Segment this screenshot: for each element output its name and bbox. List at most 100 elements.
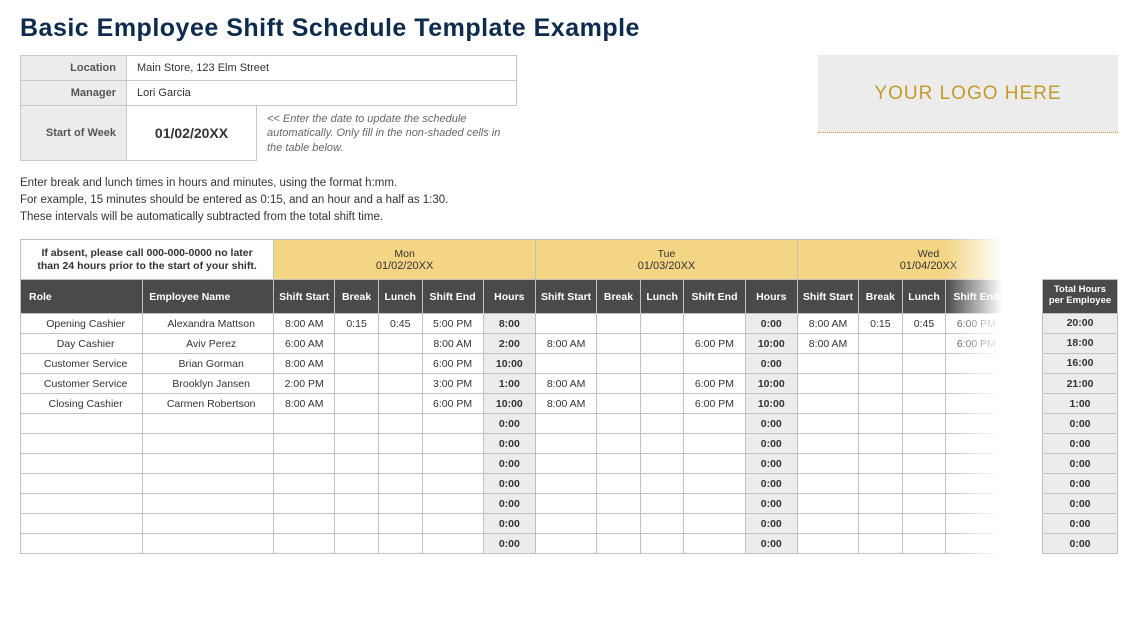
shift-end-cell[interactable]: [422, 414, 483, 434]
break-cell[interactable]: [859, 534, 903, 554]
lunch-cell[interactable]: [640, 534, 684, 554]
break-cell[interactable]: [859, 494, 903, 514]
lunch-cell[interactable]: [640, 354, 684, 374]
lunch-cell[interactable]: [378, 354, 422, 374]
break-cell[interactable]: [335, 514, 379, 534]
break-cell[interactable]: [335, 534, 379, 554]
shift-end-cell[interactable]: [684, 474, 745, 494]
shift-start-cell[interactable]: [536, 434, 597, 454]
lunch-cell[interactable]: [378, 534, 422, 554]
shift-end-cell[interactable]: 6:00 PM: [422, 394, 483, 414]
lunch-cell[interactable]: 0:45: [902, 314, 946, 334]
shift-end-cell[interactable]: 6:00 PM: [684, 394, 745, 414]
break-cell[interactable]: [597, 394, 641, 414]
shift-start-cell[interactable]: [274, 414, 335, 434]
break-cell[interactable]: [859, 414, 903, 434]
lunch-cell[interactable]: [378, 474, 422, 494]
shift-start-cell[interactable]: [797, 414, 858, 434]
break-cell[interactable]: [859, 354, 903, 374]
break-cell[interactable]: [859, 334, 903, 354]
shift-start-cell[interactable]: [797, 354, 858, 374]
shift-end-cell[interactable]: [946, 494, 1007, 514]
lunch-cell[interactable]: [378, 454, 422, 474]
shift-start-cell[interactable]: [274, 454, 335, 474]
break-cell[interactable]: [597, 494, 641, 514]
break-cell[interactable]: [597, 314, 641, 334]
lunch-cell[interactable]: [640, 494, 684, 514]
shift-start-cell[interactable]: 8:00 AM: [274, 394, 335, 414]
shift-start-cell[interactable]: 8:00 AM: [274, 354, 335, 374]
employee-cell[interactable]: Brooklyn Jansen: [143, 374, 274, 394]
break-cell[interactable]: [335, 414, 379, 434]
shift-start-cell[interactable]: 2:00 PM: [274, 374, 335, 394]
shift-end-cell[interactable]: [946, 374, 1007, 394]
shift-start-cell[interactable]: [536, 514, 597, 534]
role-cell[interactable]: Customer Service: [21, 354, 143, 374]
lunch-cell[interactable]: [902, 434, 946, 454]
shift-end-cell[interactable]: [684, 354, 745, 374]
lunch-cell[interactable]: [640, 514, 684, 534]
shift-end-cell[interactable]: [946, 514, 1007, 534]
sow-value[interactable]: 01/02/20XX: [127, 106, 257, 161]
lunch-cell[interactable]: [902, 354, 946, 374]
break-cell[interactable]: [859, 474, 903, 494]
role-cell[interactable]: [21, 454, 143, 474]
role-cell[interactable]: [21, 434, 143, 454]
shift-end-cell[interactable]: [422, 434, 483, 454]
break-cell[interactable]: [335, 394, 379, 414]
lunch-cell[interactable]: [378, 374, 422, 394]
employee-cell[interactable]: Alexandra Mattson: [143, 314, 274, 334]
employee-cell[interactable]: Brian Gorman: [143, 354, 274, 374]
break-cell[interactable]: [597, 414, 641, 434]
shift-end-cell[interactable]: [684, 454, 745, 474]
role-cell[interactable]: [21, 494, 143, 514]
role-cell[interactable]: Day Cashier: [21, 334, 143, 354]
break-cell[interactable]: [597, 434, 641, 454]
lunch-cell[interactable]: [378, 414, 422, 434]
employee-cell[interactable]: [143, 514, 274, 534]
shift-start-cell[interactable]: [797, 394, 858, 414]
role-cell[interactable]: Closing Cashier: [21, 394, 143, 414]
shift-start-cell[interactable]: [536, 474, 597, 494]
lunch-cell[interactable]: [640, 394, 684, 414]
shift-start-cell[interactable]: 8:00 AM: [536, 394, 597, 414]
shift-start-cell[interactable]: [274, 474, 335, 494]
shift-start-cell[interactable]: [797, 494, 858, 514]
role-cell[interactable]: [21, 414, 143, 434]
break-cell[interactable]: [335, 474, 379, 494]
employee-cell[interactable]: Aviv Perez: [143, 334, 274, 354]
shift-end-cell[interactable]: [684, 534, 745, 554]
shift-end-cell[interactable]: [946, 434, 1007, 454]
shift-end-cell[interactable]: [422, 534, 483, 554]
lunch-cell[interactable]: [640, 314, 684, 334]
shift-end-cell[interactable]: 6:00 PM: [946, 314, 1007, 334]
shift-end-cell[interactable]: 6:00 PM: [684, 374, 745, 394]
shift-start-cell[interactable]: [274, 434, 335, 454]
role-cell[interactable]: [21, 534, 143, 554]
break-cell[interactable]: [859, 394, 903, 414]
shift-start-cell[interactable]: [536, 494, 597, 514]
employee-cell[interactable]: [143, 414, 274, 434]
shift-end-cell[interactable]: [946, 414, 1007, 434]
break-cell[interactable]: [597, 474, 641, 494]
shift-end-cell[interactable]: [422, 474, 483, 494]
break-cell[interactable]: [597, 514, 641, 534]
lunch-cell[interactable]: [640, 334, 684, 354]
role-cell[interactable]: Opening Cashier: [21, 314, 143, 334]
lunch-cell[interactable]: [902, 454, 946, 474]
shift-start-cell[interactable]: 8:00 AM: [536, 374, 597, 394]
lunch-cell[interactable]: [640, 374, 684, 394]
shift-start-cell[interactable]: [536, 354, 597, 374]
shift-end-cell[interactable]: [946, 394, 1007, 414]
lunch-cell[interactable]: [378, 334, 422, 354]
break-cell[interactable]: [597, 334, 641, 354]
shift-start-cell[interactable]: 8:00 AM: [797, 334, 858, 354]
employee-cell[interactable]: [143, 454, 274, 474]
shift-start-cell[interactable]: 8:00 AM: [274, 314, 335, 334]
lunch-cell[interactable]: [902, 494, 946, 514]
shift-start-cell[interactable]: [536, 534, 597, 554]
shift-end-cell[interactable]: [946, 474, 1007, 494]
lunch-cell[interactable]: [902, 414, 946, 434]
lunch-cell[interactable]: [902, 334, 946, 354]
lunch-cell[interactable]: [902, 474, 946, 494]
